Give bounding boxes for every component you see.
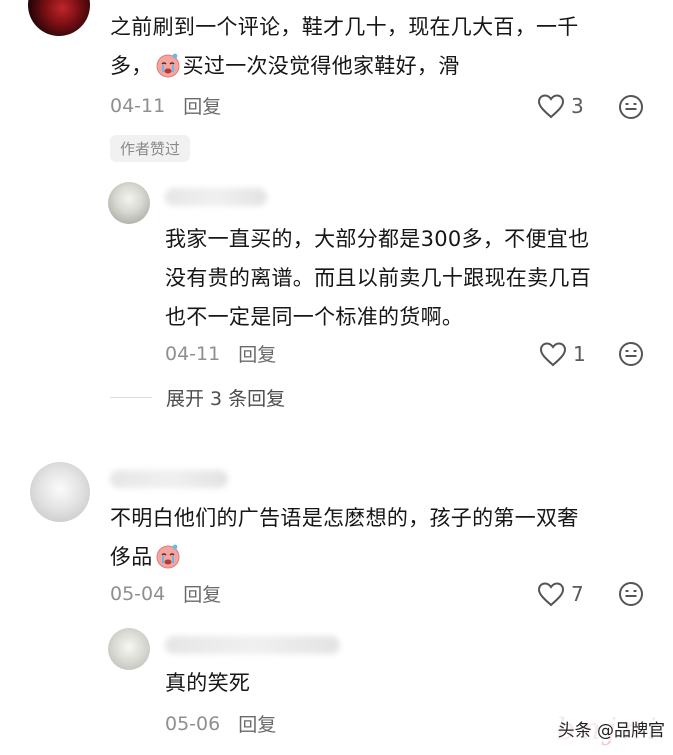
reply-text: 真的笑死 xyxy=(165,671,251,695)
like-button[interactable]: 7 xyxy=(537,581,584,607)
like-button[interactable]: 3 xyxy=(537,93,584,119)
reply-button[interactable]: 回复 xyxy=(238,710,276,737)
reply-date: 05-06 xyxy=(165,712,221,735)
comment-text: 之前刷到一个评论，鞋才几十，现在几大百，一千 多， 买过一次没觉得他家鞋好，滑 xyxy=(110,15,579,78)
comment-date: 04-11 xyxy=(110,94,166,117)
like-count: 3 xyxy=(571,94,584,118)
reply-meta: 04-11 回复 xyxy=(165,340,276,367)
username-blurred[interactable] xyxy=(165,636,340,654)
username-blurred[interactable] xyxy=(110,470,228,488)
author-liked-badge: 作者赞过 xyxy=(110,135,191,162)
like-button[interactable]: 1 xyxy=(539,341,586,367)
reply-text: 我家一直买的，大部分都是300多，不便宜也 没有贵的离谱。而且以前卖几十跟现在卖… xyxy=(165,227,591,329)
reply-date: 04-11 xyxy=(165,342,221,365)
comment-meta: 04-11 回复 xyxy=(110,92,221,119)
emoji-reaction-icon[interactable] xyxy=(618,341,644,367)
emoji-reaction-icon[interactable] xyxy=(618,94,644,120)
reply-button[interactable]: 回复 xyxy=(183,580,221,607)
expand-replies-button[interactable]: 展开 3 条回复 xyxy=(110,384,285,411)
like-count: 1 xyxy=(573,342,586,366)
comment-meta: 05-04 回复 xyxy=(110,580,221,607)
watermark: bnjni 头条 @品牌官 xyxy=(555,712,667,747)
avatar[interactable] xyxy=(108,628,150,670)
watermark-text: 头条 @品牌官 xyxy=(555,716,667,741)
reply-meta: 05-06 回复 xyxy=(165,710,276,737)
emoji-reaction-icon[interactable] xyxy=(618,581,644,607)
reply-button[interactable]: 回复 xyxy=(183,92,221,119)
heart-icon xyxy=(537,94,565,119)
reply-button[interactable]: 回复 xyxy=(238,340,276,367)
avatar[interactable] xyxy=(28,0,90,36)
avatar[interactable] xyxy=(30,462,90,522)
heart-icon xyxy=(537,582,565,607)
crying-face-icon xyxy=(155,543,181,569)
username-blurred[interactable] xyxy=(165,188,267,206)
heart-icon xyxy=(539,342,567,367)
comment-text: 不明白他们的广告语是怎麽想的，孩子的第一双奢 侈品 xyxy=(110,506,579,569)
divider xyxy=(110,397,152,398)
comment-date: 05-04 xyxy=(110,582,166,605)
avatar[interactable] xyxy=(108,182,150,224)
like-count: 7 xyxy=(571,582,584,606)
crying-face-icon xyxy=(155,52,181,78)
